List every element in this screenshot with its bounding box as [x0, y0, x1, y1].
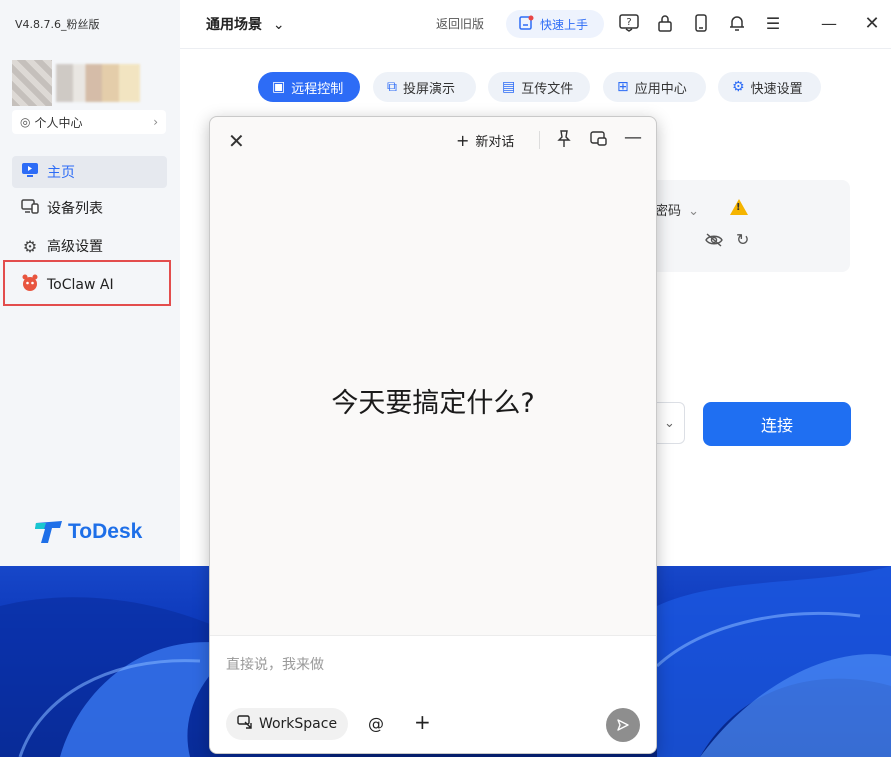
- close-window-icon[interactable]: ✕: [861, 12, 883, 34]
- version-label: V4.8.7.6_粉丝版: [15, 18, 100, 31]
- tab-label: 投屏演示: [403, 81, 456, 97]
- minimize-icon[interactable]: —: [624, 127, 642, 148]
- quick-start-button[interactable]: 快速上手: [506, 10, 604, 38]
- password-label: 密码: [655, 204, 682, 219]
- top-bar: 通用场景 ⌄ 返回旧版 快速上手 ? ☰ — ✕: [180, 0, 891, 49]
- tab-label: 快速设置: [750, 81, 803, 97]
- sidebar-item-label: 设备列表: [47, 201, 103, 217]
- tab-label: 互传文件: [521, 81, 574, 97]
- workspace-button[interactable]: WorkSpace: [226, 708, 348, 740]
- mobile-icon[interactable]: [690, 12, 712, 34]
- brand-name: ToDesk: [68, 520, 143, 543]
- scene-dropdown[interactable]: 通用场景 ⌄: [206, 14, 285, 34]
- picture-in-picture-icon[interactable]: [590, 131, 608, 151]
- sidebar-item-toclaw-ai[interactable]: ToClaw AI: [12, 269, 167, 301]
- chat-headline: 今天要搞定什么?: [331, 388, 535, 419]
- minimize-window-icon[interactable]: —: [818, 12, 840, 34]
- gear-icon: ⚙: [22, 236, 38, 256]
- refresh-icon[interactable]: ↻: [736, 230, 749, 249]
- divider: [539, 131, 540, 149]
- monitor-play-icon: ▣: [272, 79, 286, 95]
- tab-file-transfer[interactable]: ▤ 互传文件: [488, 72, 590, 102]
- send-button[interactable]: [606, 708, 640, 742]
- close-icon[interactable]: ✕: [228, 129, 245, 153]
- chevron-down-icon: ⌄: [664, 415, 675, 431]
- eye-hidden-icon[interactable]: [705, 232, 723, 252]
- sidebar-item-home[interactable]: 主页: [12, 156, 167, 188]
- password-dropdown[interactable]: 密码 ⌄: [655, 200, 699, 219]
- tab-quick-settings[interactable]: ⚙ 快速设置: [718, 72, 821, 102]
- plus-icon: +: [456, 131, 470, 150]
- toclaw-chat-panel: ✕ + 新对话 — 今天要搞定什么? 直接说，我来做 WorkSpace @ +: [209, 116, 657, 754]
- menu-icon[interactable]: ☰: [762, 12, 784, 34]
- sidebar-item-label: 主页: [47, 165, 75, 181]
- new-chat-label: 新对话: [475, 135, 515, 150]
- personal-center-label: 个人中心: [34, 115, 83, 130]
- mention-button[interactable]: @: [368, 714, 384, 733]
- sidebar-item-devices[interactable]: 设备列表: [12, 192, 167, 224]
- bell-icon[interactable]: [726, 12, 748, 34]
- warning-icon[interactable]: !: [730, 199, 748, 215]
- devices-icon: [20, 198, 40, 218]
- new-chat-button[interactable]: + 新对话: [456, 131, 514, 150]
- chevron-right-icon: ›: [153, 115, 158, 129]
- avatar[interactable]: [12, 60, 52, 106]
- sidebar: V4.8.7.6_粉丝版 ◎ 个人中心 › 主页 设备列表 ⚙ 高级设置 ToC…: [0, 0, 180, 566]
- chevron-down-icon: ⌄: [272, 17, 285, 33]
- tab-app-center[interactable]: ⊞ 应用中心: [603, 72, 706, 102]
- sidebar-item-advanced-settings[interactable]: ⚙ 高级设置: [12, 230, 167, 262]
- toclaw-mascot-icon: [20, 273, 40, 297]
- tab-label: 远程控制: [291, 81, 344, 97]
- pin-icon[interactable]: [556, 130, 572, 152]
- workspace-icon: [237, 714, 253, 734]
- username-blurred: [56, 64, 140, 102]
- user-icon: ◎: [20, 115, 31, 129]
- home-monitor-icon: [20, 162, 40, 182]
- add-attachment-button[interactable]: +: [414, 710, 431, 734]
- sidebar-item-label: ToClaw AI: [47, 277, 114, 293]
- chat-input[interactable]: 直接说，我来做: [226, 654, 324, 674]
- guide-book-icon: [518, 15, 534, 34]
- workspace-label: WorkSpace: [258, 716, 338, 732]
- tab-screen-cast[interactable]: ⧉ 投屏演示: [373, 72, 476, 102]
- chat-input-area: 直接说，我来做 WorkSpace @ +: [210, 635, 656, 753]
- personal-center-button[interactable]: ◎ 个人中心 ›: [12, 110, 166, 134]
- connect-button[interactable]: 连接: [703, 402, 851, 446]
- todesk-logo-icon: [34, 520, 64, 544]
- help-icon[interactable]: ?: [618, 12, 640, 34]
- gear-icon: ⚙: [732, 79, 745, 95]
- quick-start-label: 快速上手: [540, 17, 589, 32]
- grid-apps-icon: ⊞: [617, 79, 629, 95]
- tab-label: 应用中心: [634, 81, 687, 97]
- chevron-down-icon: ⌄: [688, 204, 700, 219]
- back-to-old-version-link[interactable]: 返回旧版: [436, 15, 484, 32]
- scene-label: 通用场景: [206, 17, 262, 33]
- svg-text:?: ?: [626, 17, 631, 28]
- todesk-logo: ToDesk: [34, 520, 142, 544]
- lock-icon[interactable]: [654, 12, 676, 34]
- device-info-card: [650, 180, 850, 272]
- tab-remote-control[interactable]: ▣ 远程控制: [258, 72, 360, 102]
- folder-transfer-icon: ▤: [502, 79, 516, 95]
- device-select-chevron[interactable]: ⌄: [655, 402, 685, 444]
- sidebar-item-label: 高级设置: [47, 239, 103, 255]
- cast-icon: ⧉: [387, 79, 397, 95]
